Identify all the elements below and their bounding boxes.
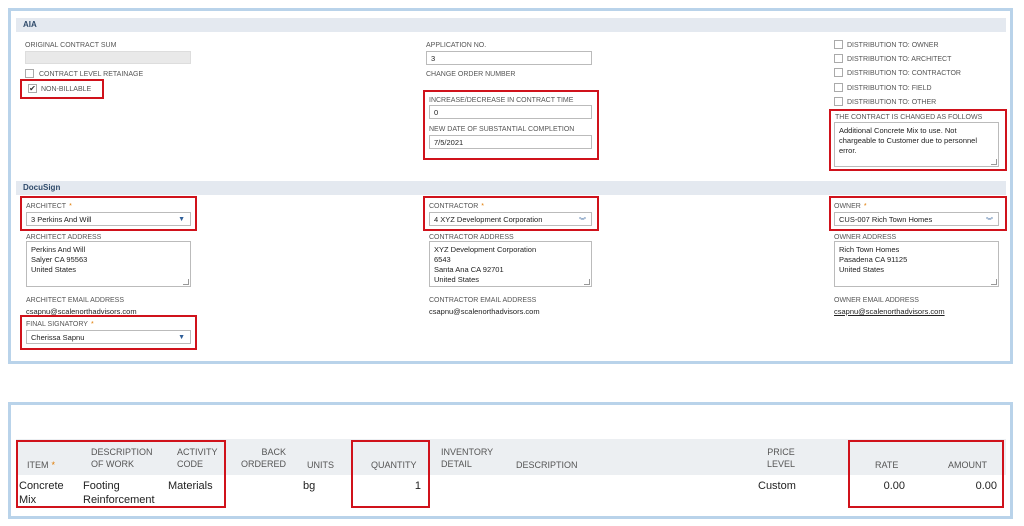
- contract-level-retainage-label: CONTRACT LEVEL RETAINAGE: [39, 71, 144, 78]
- change-order-number-label: CHANGE ORDER NUMBER: [426, 71, 516, 78]
- distribution-contractor-checkbox[interactable]: [834, 68, 843, 77]
- distribution-field-label: DISTRIBUTION TO: FIELD: [847, 85, 932, 92]
- owner-address-line: Rich Town Homes: [839, 245, 900, 254]
- aia-section-header[interactable]: AIA: [16, 18, 1006, 32]
- contractor-address-line: XYZ Development Corporation: [434, 245, 537, 254]
- owner-email-label: OWNER EMAIL ADDRESS: [834, 297, 919, 304]
- contractor-address-textarea[interactable]: XYZ Development Corporation 6543 Santa A…: [429, 241, 592, 287]
- distribution-owner-label: DISTRIBUTION TO: OWNER: [847, 42, 939, 49]
- highlight-contract-changes: [829, 109, 1007, 171]
- highlight-owner: [829, 196, 1007, 231]
- architect-email-label: ARCHITECT EMAIL ADDRESS: [26, 297, 125, 304]
- cell-units[interactable]: bg: [303, 479, 315, 493]
- highlight-contract-time: [423, 90, 599, 160]
- col-units-header[interactable]: UNITS: [307, 459, 334, 471]
- contract-level-retainage-checkbox[interactable]: [25, 69, 34, 78]
- contractor-email-label: CONTRACTOR EMAIL ADDRESS: [429, 297, 537, 304]
- col-description-header[interactable]: DESCRIPTION: [516, 459, 578, 471]
- contractor-address-line: United States: [434, 275, 480, 284]
- distribution-other-label: DISTRIBUTION TO: OTHER: [847, 99, 937, 106]
- distribution-other-checkbox[interactable]: [834, 97, 843, 106]
- contractor-address-line: 6543: [434, 255, 451, 264]
- col-inventory-detail-header[interactable]: INVENTORY DETAIL: [441, 446, 493, 470]
- resize-grip-icon[interactable]: [991, 279, 997, 285]
- transaction-form-panel: AIA ORIGINAL CONTRACT SUM CONTRACT LEVEL…: [8, 8, 1013, 364]
- owner-email-link[interactable]: csapnu@scalenorthadvisors.com: [834, 307, 945, 316]
- highlight-quantity: [351, 440, 430, 508]
- header-line: LEVEL: [766, 459, 796, 469]
- cell-price-level[interactable]: Custom: [758, 479, 796, 493]
- col-price-level-header[interactable]: PRICE LEVEL: [766, 446, 796, 470]
- resize-grip-icon[interactable]: [584, 279, 590, 285]
- owner-address-line: Pasadena CA 91125: [839, 255, 908, 264]
- distribution-contractor-label: DISTRIBUTION TO: CONTRACTOR: [847, 70, 961, 77]
- resize-grip-icon[interactable]: [183, 279, 189, 285]
- highlight-final-signatory: [20, 315, 197, 350]
- architect-address-line: United States: [31, 265, 77, 274]
- contractor-address-line: Santa Ana CA 92701: [434, 265, 504, 274]
- docusign-section-header[interactable]: DocuSign: [16, 181, 1006, 195]
- header-line: INVENTORY: [441, 447, 494, 457]
- highlight-architect: [20, 196, 197, 231]
- architect-address-label: ARCHITECT ADDRESS: [26, 234, 102, 241]
- highlight-non-billable: [20, 79, 104, 99]
- architect-address-line: Salyer CA 95563: [31, 255, 88, 264]
- header-line: PRICE: [767, 447, 795, 457]
- original-contract-sum-field[interactable]: [25, 51, 191, 64]
- contractor-address-label: CONTRACTOR ADDRESS: [429, 234, 514, 241]
- highlight-rate-amount: [848, 440, 1004, 508]
- items-grid-panel: ITEM * DESCRIPTION OF WORK ACTIVITY CODE …: [8, 402, 1013, 519]
- architect-address-textarea[interactable]: Perkins And Will Salyer CA 95563 United …: [26, 241, 191, 287]
- highlight-item-columns: [16, 440, 226, 508]
- owner-address-line: United States: [839, 265, 885, 274]
- col-back-ordered-header[interactable]: BACK ORDERED: [240, 446, 286, 470]
- contractor-email-value: csapnu@scalenorthadvisors.com: [429, 307, 540, 316]
- highlight-contractor: [423, 196, 599, 231]
- distribution-field-checkbox[interactable]: [834, 83, 843, 92]
- owner-address-label: OWNER ADDRESS: [834, 234, 897, 241]
- distribution-architect-label: DISTRIBUTION TO: ARCHITECT: [847, 56, 952, 63]
- header-line: BACK: [261, 447, 286, 457]
- distribution-architect-checkbox[interactable]: [834, 54, 843, 63]
- architect-address-line: Perkins And Will: [31, 245, 86, 254]
- header-line: DETAIL: [441, 459, 472, 469]
- application-no-label: APPLICATION NO.: [426, 42, 487, 49]
- owner-address-textarea[interactable]: Rich Town Homes Pasadena CA 91125 United…: [834, 241, 999, 287]
- original-contract-sum-label: ORIGINAL CONTRACT SUM: [25, 42, 117, 49]
- application-no-field[interactable]: 3: [426, 51, 592, 65]
- header-line: ORDERED: [240, 459, 286, 469]
- distribution-owner-checkbox[interactable]: [834, 40, 843, 49]
